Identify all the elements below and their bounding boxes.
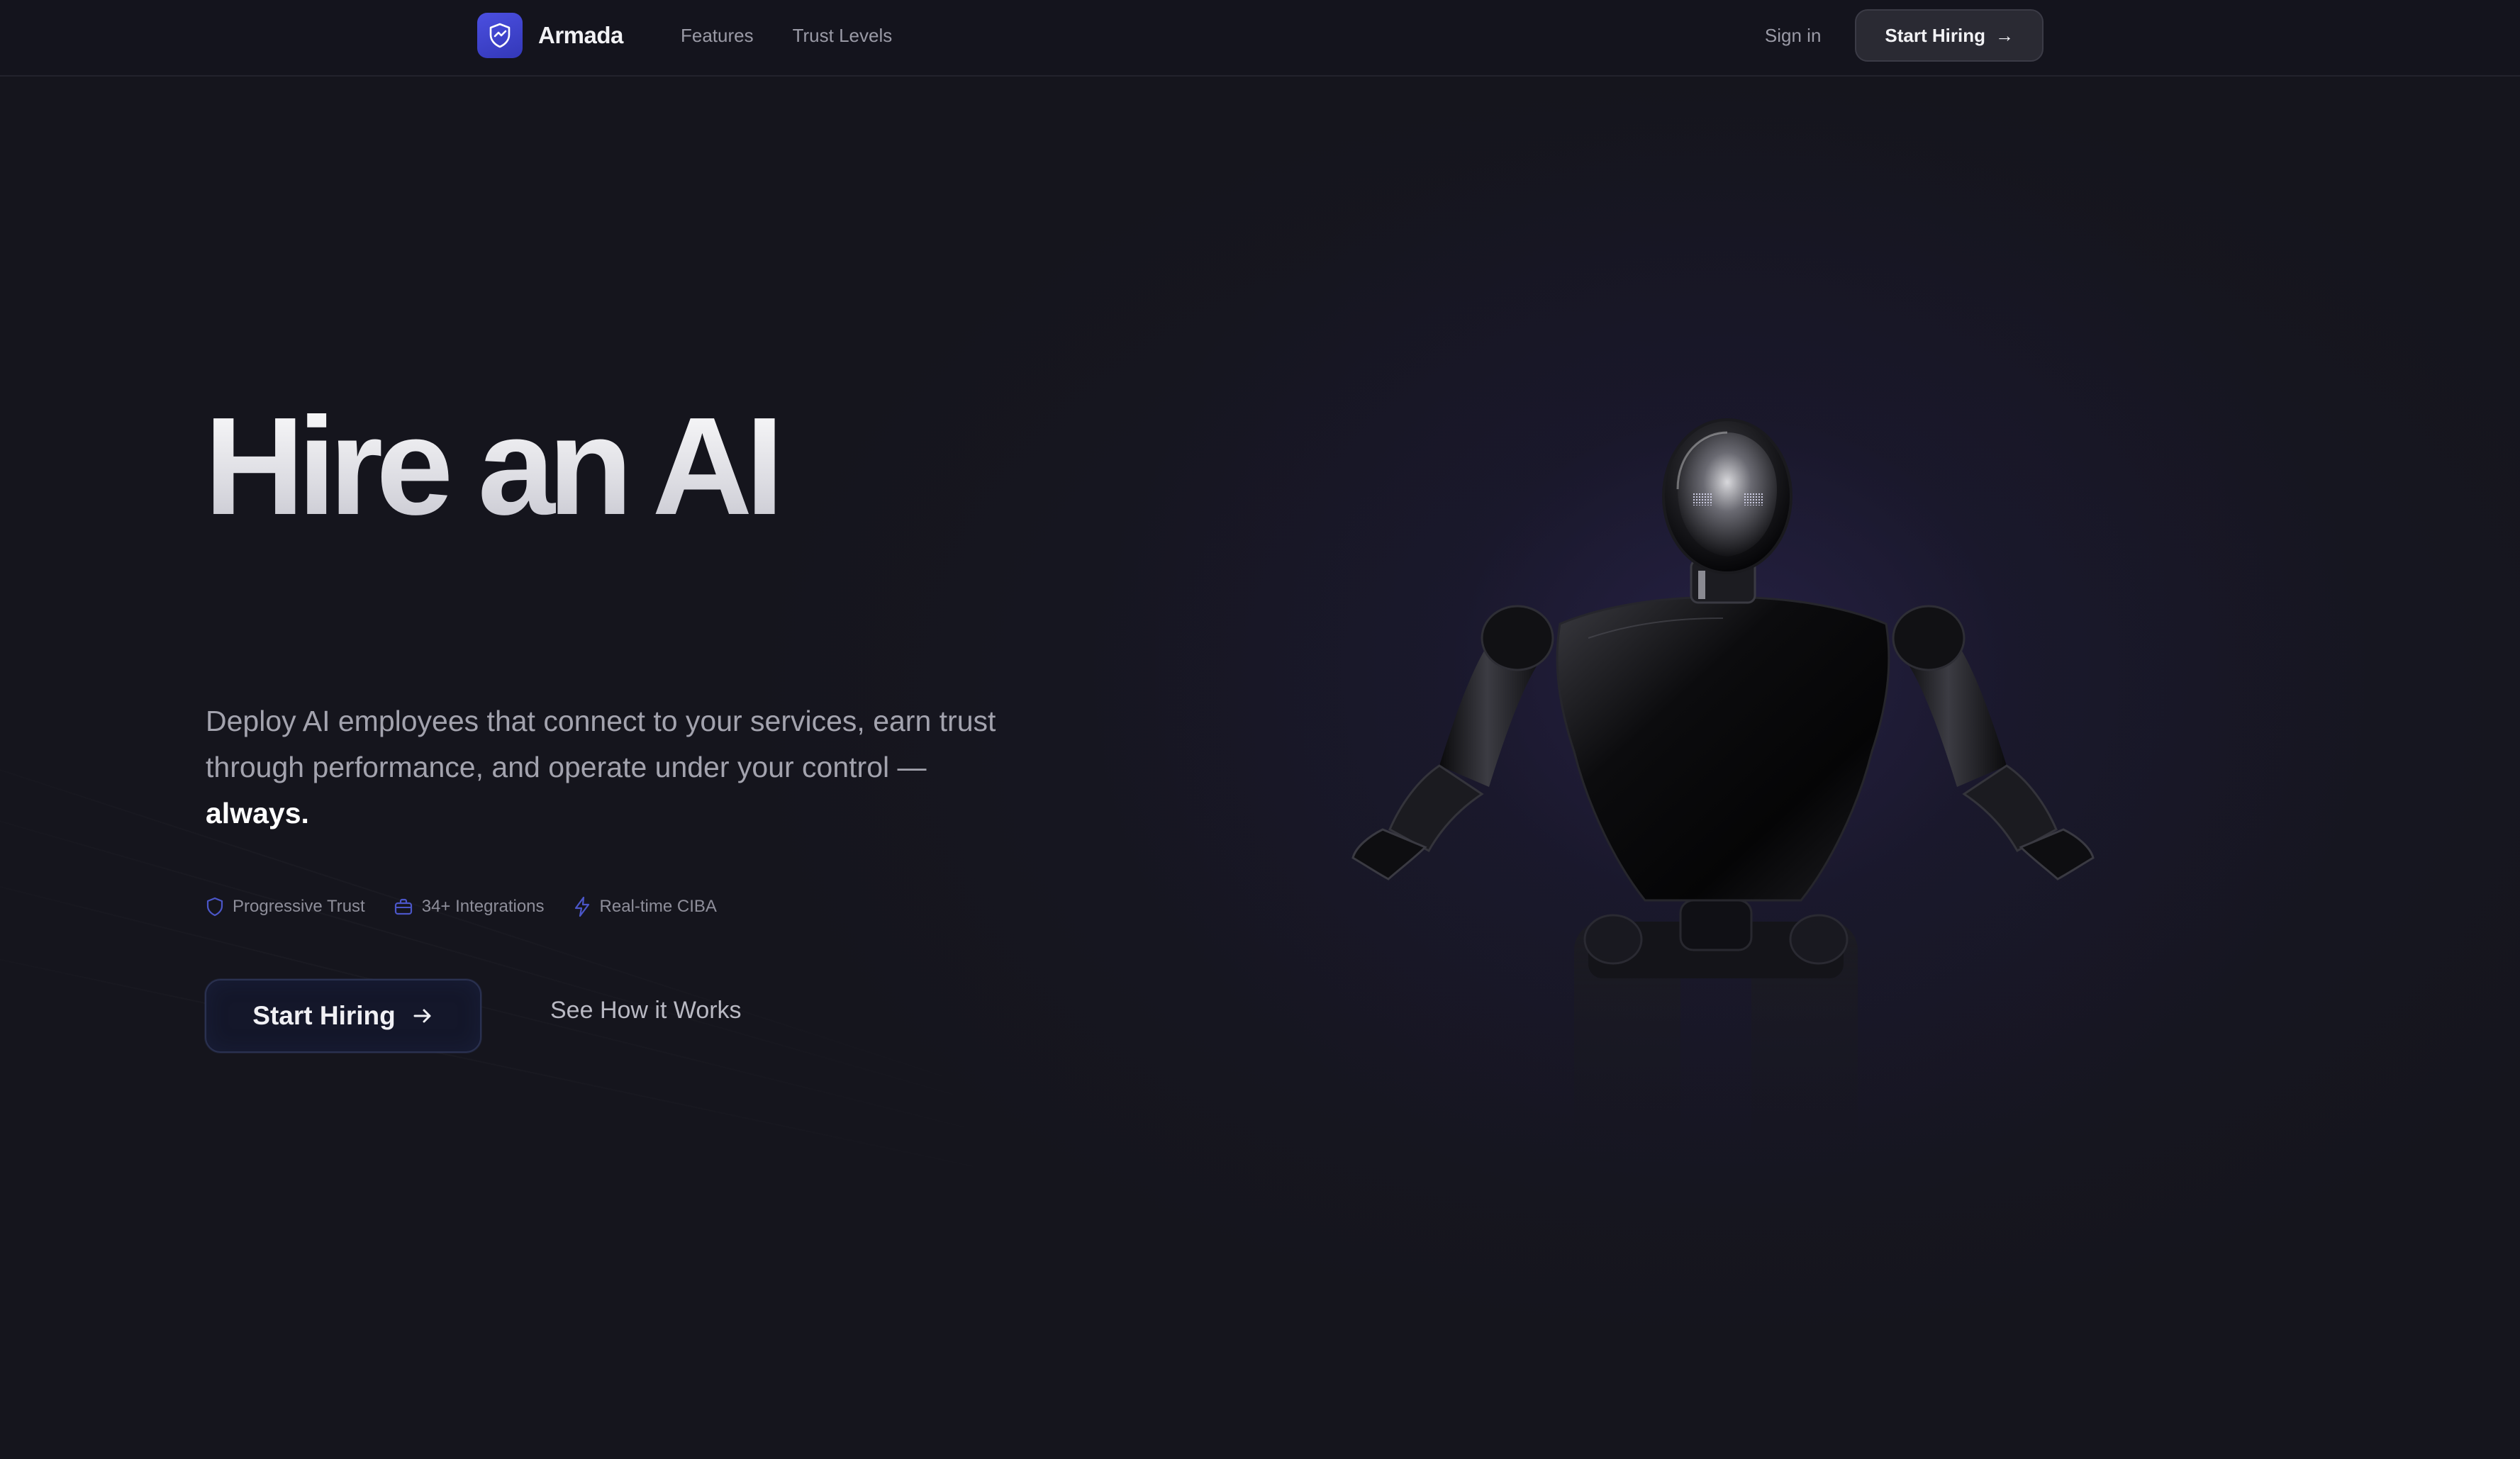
feature-label: Progressive Trust (233, 897, 365, 916)
robot-illustration (1351, 418, 2095, 1163)
robot-left-arm (1351, 605, 1554, 881)
feature-list: Progressive Trust 34+ Integrations Real-… (206, 896, 717, 917)
nav-start-hiring-button[interactable]: Start Hiring → (1855, 9, 2044, 62)
brand-name: Armada (538, 22, 623, 48)
robot-right-arm (1892, 605, 2095, 881)
nav-link-trust-levels[interactable]: Trust Levels (793, 21, 893, 50)
start-hiring-button[interactable]: Start Hiring (205, 979, 481, 1053)
nav-start-hiring-label: Start Hiring (1885, 24, 1985, 46)
robot-head (1662, 418, 1793, 574)
arrow-right-icon (413, 1009, 431, 1023)
arrow-right-icon: → (1995, 24, 2014, 46)
see-how-it-works-link[interactable]: See How it Works (550, 993, 742, 1028)
nav-actions: Sign in Start Hiring → (1765, 9, 2044, 62)
feature-progressive-trust: Progressive Trust (206, 897, 365, 917)
signin-link[interactable]: Sign in (1765, 25, 1822, 47)
feature-label: 34+ Integrations (421, 897, 545, 916)
start-hiring-label: Start Hiring (252, 1001, 396, 1030)
robot-torso (1556, 596, 1890, 902)
brand[interactable]: Armada (477, 13, 623, 58)
feature-real-time-ciba: Real-time CIBA (573, 896, 717, 917)
nav-links: Features Trust Levels (681, 21, 892, 50)
top-navbar: Armada Features Trust Levels Sign in Sta… (0, 0, 2520, 77)
feature-label: Real-time CIBA (599, 897, 717, 916)
hero-subtitle-text: Deploy AI employees that connect to your… (206, 705, 996, 783)
hero-subtitle-emphasis: always. (206, 797, 309, 829)
hero-subtitle: Deploy AI employees that connect to your… (206, 698, 1042, 837)
feature-integrations: 34+ Integrations (394, 897, 545, 917)
robot-legs (1574, 899, 1858, 1163)
lightning-icon (574, 896, 589, 917)
briefcase-icon (394, 898, 412, 915)
shield-icon (206, 897, 223, 917)
nav-link-features[interactable]: Features (681, 21, 754, 50)
hero-title: Hire an AI (204, 388, 784, 544)
shield-check-icon (477, 13, 523, 58)
